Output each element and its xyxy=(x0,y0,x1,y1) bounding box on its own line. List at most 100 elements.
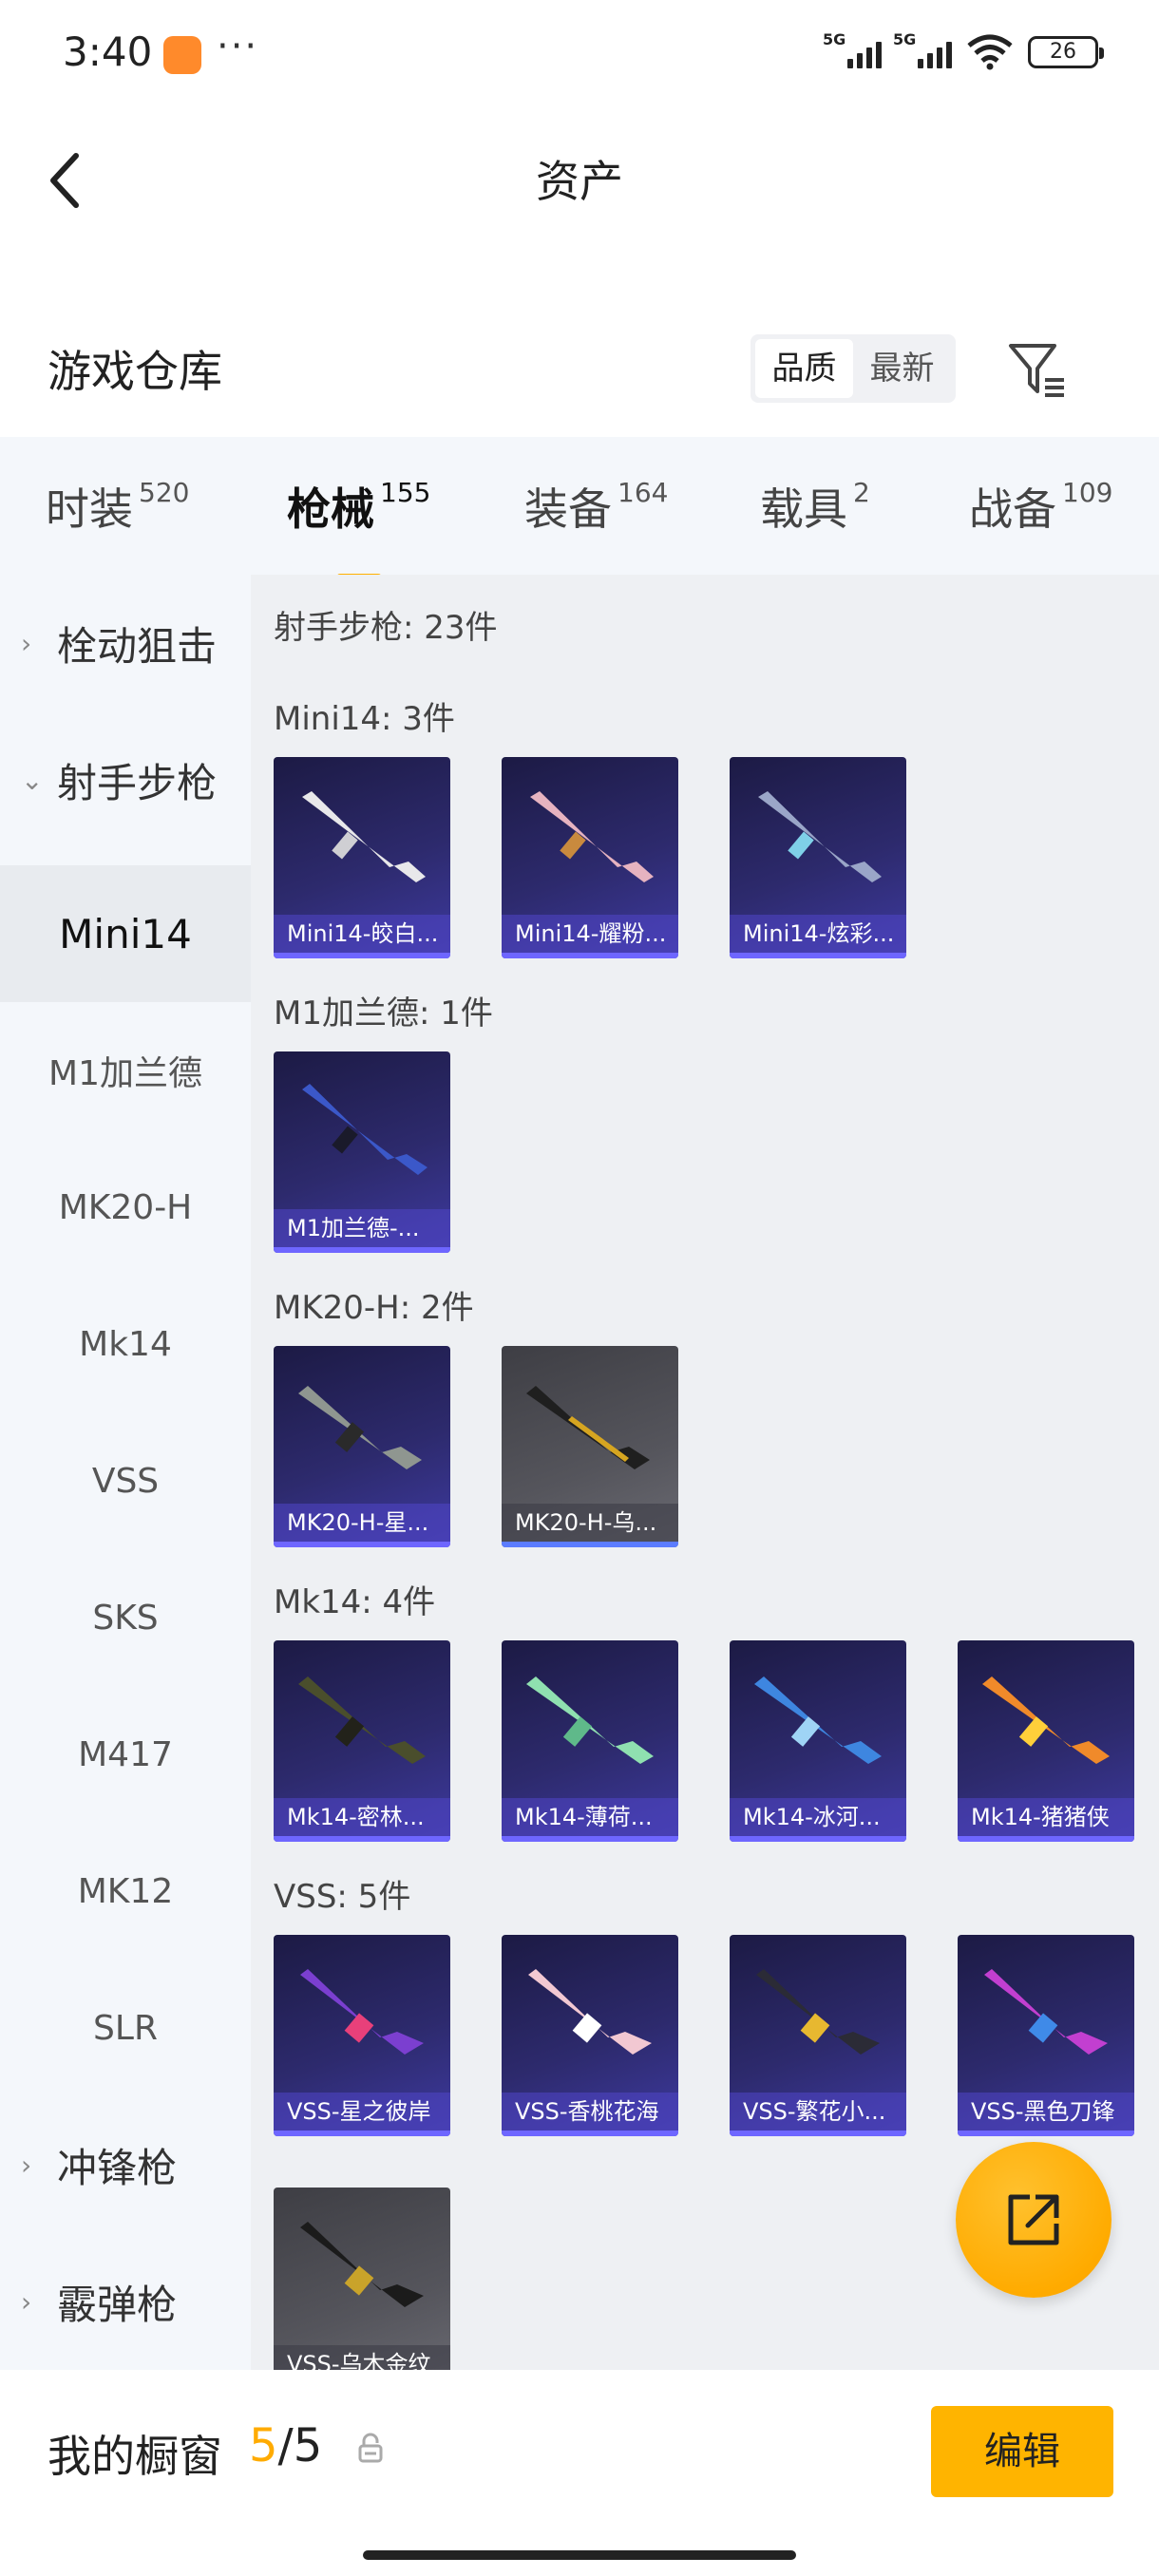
quality-bar xyxy=(958,2131,1134,2136)
tab-equipment[interactable]: 装备 164 xyxy=(524,475,668,538)
rifle-image xyxy=(302,791,426,882)
rifle-image xyxy=(528,1969,652,2055)
status-bar: 3:40 ··· 5G 5G 26 xyxy=(0,0,1159,104)
sidebar-item-vss[interactable]: VSS xyxy=(0,1412,251,1549)
quality-bar xyxy=(730,953,906,958)
skin-card[interactable]: Mk14-密林... xyxy=(274,1640,450,1842)
warehouse-title: 游戏仓库 xyxy=(48,346,222,397)
sidebar-item-sks[interactable]: SKS xyxy=(0,1549,251,1686)
skin-card[interactable]: VSS-星之彼岸 xyxy=(274,1935,450,2136)
clock: 3:40 xyxy=(63,28,153,75)
app-notification-icon xyxy=(163,36,201,74)
top-nav: 资产 xyxy=(0,104,1159,247)
rifle-image xyxy=(758,791,882,882)
sidebar-item-label: 冲锋枪 xyxy=(57,2144,178,2191)
tab-count: 164 xyxy=(618,477,669,508)
sidebar-item-mk20h[interactable]: MK20-H xyxy=(0,1139,251,1276)
category-tabs: 时装 520 枪械 155 装备 164 载具 2 战备 109 xyxy=(0,437,1159,582)
quality-bar xyxy=(502,953,678,958)
quality-bar xyxy=(274,1836,450,1842)
weapon-grid: 射手步枪: 23件 Mini14: 3件 Mini14-皎白... Mini14… xyxy=(251,575,1159,2370)
tab-count: 520 xyxy=(139,477,190,508)
sidebar-item-mk12[interactable]: MK12 xyxy=(0,1823,251,1960)
skin-card[interactable]: VSS-乌木金纹 xyxy=(274,2188,450,2370)
rifle-image xyxy=(530,791,654,882)
skin-card[interactable]: VSS-繁花小... xyxy=(730,1935,906,2136)
quality-bar xyxy=(274,1247,450,1253)
skin-name: VSS-香桃花海 xyxy=(502,2093,678,2131)
rifle-image xyxy=(300,1969,424,2055)
sort-newest-button[interactable]: 最新 xyxy=(853,339,951,398)
sidebar-item-m417[interactable]: M417 xyxy=(0,1686,251,1823)
quality-bar xyxy=(274,953,450,958)
tab-label: 枪械 xyxy=(287,483,374,535)
showcase-label: 我的橱窗 xyxy=(48,2431,222,2482)
rifle-image xyxy=(302,1084,428,1175)
tab-label: 战备 xyxy=(969,483,1056,535)
skin-card[interactable]: M1加兰德-... xyxy=(274,1051,450,1253)
sidebar-item-mini14[interactable]: Mini14 xyxy=(0,865,251,1002)
warehouse-header: 游戏仓库 品质 最新 xyxy=(0,313,1159,418)
skin-card[interactable]: Mk14-冰河... xyxy=(730,1640,906,1842)
rifle-image xyxy=(300,2222,424,2307)
filter-icon[interactable] xyxy=(1007,340,1068,401)
share-external-icon xyxy=(1008,2194,1059,2245)
cellular-signal-icon: 5G xyxy=(823,30,882,68)
sort-quality-button[interactable]: 品质 xyxy=(755,339,853,398)
quality-bar xyxy=(274,2131,450,2136)
wifi-icon xyxy=(967,34,1013,70)
rifle-image xyxy=(298,1676,426,1764)
skin-name: Mini14-炫彩... xyxy=(730,915,906,953)
chevron-right-icon: › xyxy=(21,627,32,659)
chevron-right-icon: › xyxy=(21,2149,32,2181)
page-title: 资产 xyxy=(536,156,623,207)
share-button[interactable] xyxy=(956,2142,1112,2298)
skin-card[interactable]: VSS-香桃花海 xyxy=(502,1935,678,2136)
sidebar-item-m1-garand[interactable]: M1加兰德 xyxy=(0,1002,251,1139)
sidebar-item-shotgun[interactable]: › 霰弹枪 xyxy=(0,2233,251,2370)
sidebar-item-smg[interactable]: › 冲锋枪 xyxy=(0,2096,251,2233)
tab-firearms[interactable]: 枪械 155 xyxy=(287,475,431,582)
sidebar-item-mk14[interactable]: Mk14 xyxy=(0,1276,251,1412)
showcase-total: /5 xyxy=(277,2419,323,2472)
skin-card[interactable]: Mini14-耀粉... xyxy=(502,757,678,958)
sidebar-item-bolt-sniper[interactable]: › 栓动狙击 xyxy=(0,575,251,711)
skin-card[interactable]: Mini14-皎白... xyxy=(274,757,450,958)
rifle-image xyxy=(526,1676,654,1764)
tab-count: 109 xyxy=(1062,477,1113,508)
quality-bar xyxy=(730,1836,906,1842)
edit-button[interactable]: 编辑 xyxy=(931,2406,1113,2497)
skin-name: Mk14-密林... xyxy=(274,1798,450,1836)
skin-name: VSS-星之彼岸 xyxy=(274,2093,450,2131)
skin-name: MK20-H-星... xyxy=(274,1504,450,1542)
sort-toggle: 品质 最新 xyxy=(750,334,956,403)
showcase-count: 5/5 xyxy=(249,2419,322,2472)
lock-icon xyxy=(358,2433,383,2463)
skin-card[interactable]: Mk14-猪猪侠 xyxy=(958,1640,1134,1842)
showcase-bar: 我的橱窗 5/5 编辑 xyxy=(0,2370,1159,2576)
tab-supplies[interactable]: 战备 109 xyxy=(969,475,1112,538)
skin-name: Mini14-耀粉... xyxy=(502,915,678,953)
quality-bar xyxy=(502,1542,678,1547)
tab-vehicles[interactable]: 载具 2 xyxy=(760,475,870,538)
skin-card[interactable]: MK20-H-星... xyxy=(274,1346,450,1547)
skin-name: M1加兰德-... xyxy=(274,1209,450,1247)
sidebar-item-marksman-rifle[interactable]: ⌄ 射手步枪 xyxy=(0,711,251,848)
skin-card[interactable]: VSS-黑色刀锋 xyxy=(958,1935,1134,2136)
rifle-image xyxy=(298,1386,422,1469)
sidebar-item-slr[interactable]: SLR xyxy=(0,1960,251,2096)
sidebar-item-label: 射手步枪 xyxy=(57,759,218,806)
skin-name: MK20-H-乌... xyxy=(502,1504,678,1542)
battery-icon: 26 xyxy=(1028,36,1104,68)
tab-fashion[interactable]: 时装 520 xyxy=(46,475,189,538)
skin-card[interactable]: Mk14-薄荷... xyxy=(502,1640,678,1842)
quality-bar xyxy=(502,2131,678,2136)
skin-name: VSS-黑色刀锋 xyxy=(958,2093,1134,2131)
tab-count: 155 xyxy=(380,477,431,508)
group-title: VSS: 5件 xyxy=(274,1878,411,1916)
skin-card[interactable]: Mini14-炫彩... xyxy=(730,757,906,958)
sidebar-item-label: 栓动狙击 xyxy=(57,622,218,670)
skin-card[interactable]: MK20-H-乌... xyxy=(502,1346,678,1547)
home-indicator xyxy=(363,2550,796,2560)
skin-name: Mini14-皎白... xyxy=(274,915,450,953)
